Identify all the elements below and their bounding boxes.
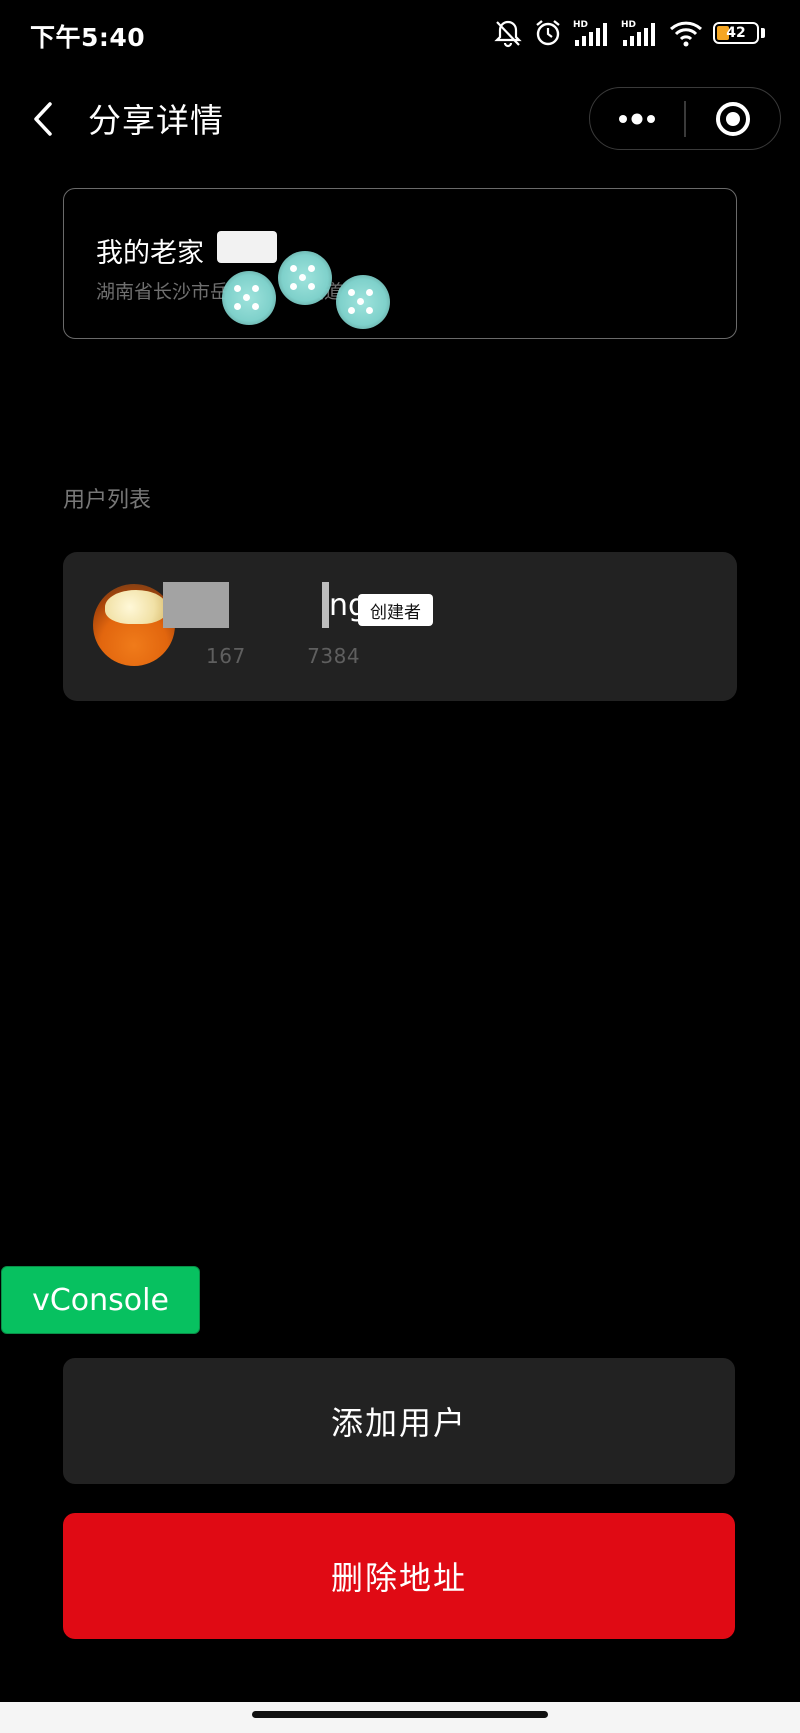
back-button[interactable] xyxy=(28,98,60,140)
creator-badge: 创建者 xyxy=(358,594,433,626)
redaction-blob xyxy=(336,275,390,329)
vconsole-button[interactable]: vConsole xyxy=(1,1266,200,1334)
redaction-blob xyxy=(222,271,276,325)
target-circle-icon xyxy=(715,101,750,136)
signal-hd-icon: HD xyxy=(621,18,659,48)
delete-address-button[interactable]: 删除地址 xyxy=(63,1513,735,1639)
status-icons: HD HD 42 xyxy=(493,14,765,52)
more-dots-icon xyxy=(619,113,656,124)
signal-hd-icon: HD xyxy=(573,18,611,48)
more-button[interactable] xyxy=(590,88,684,149)
redaction-mark xyxy=(217,231,277,263)
redaction-mark xyxy=(163,582,229,628)
wifi-icon xyxy=(669,19,703,47)
battery-icon: 42 xyxy=(713,22,759,44)
user-list-label: 用户列表 xyxy=(63,488,152,513)
svg-text:HD: HD xyxy=(573,20,588,30)
mini-program-capsule xyxy=(589,87,781,150)
redaction-blob xyxy=(278,251,332,305)
address-card[interactable]: 我的老家 湖南省长沙市岳 区 大道 xyxy=(63,188,737,339)
battery-level: 42 xyxy=(726,25,746,41)
svg-text:HD: HD xyxy=(621,20,636,30)
redaction-mark xyxy=(322,582,329,628)
page-title: 分享详情 xyxy=(88,101,224,140)
status-time: 下午5:40 xyxy=(30,23,146,52)
bell-off-icon xyxy=(493,18,523,48)
chevron-left-icon xyxy=(34,102,52,136)
add-user-button[interactable]: 添加用户 xyxy=(63,1358,735,1484)
alarm-icon xyxy=(533,18,563,48)
user-list-item[interactable]: ng 创建者 167 7384 xyxy=(63,552,737,701)
close-mini-program-button[interactable] xyxy=(686,88,780,149)
user-phone: 167 7384 xyxy=(206,644,361,668)
home-indicator[interactable] xyxy=(252,1711,548,1718)
address-name: 我的老家 xyxy=(96,238,204,269)
